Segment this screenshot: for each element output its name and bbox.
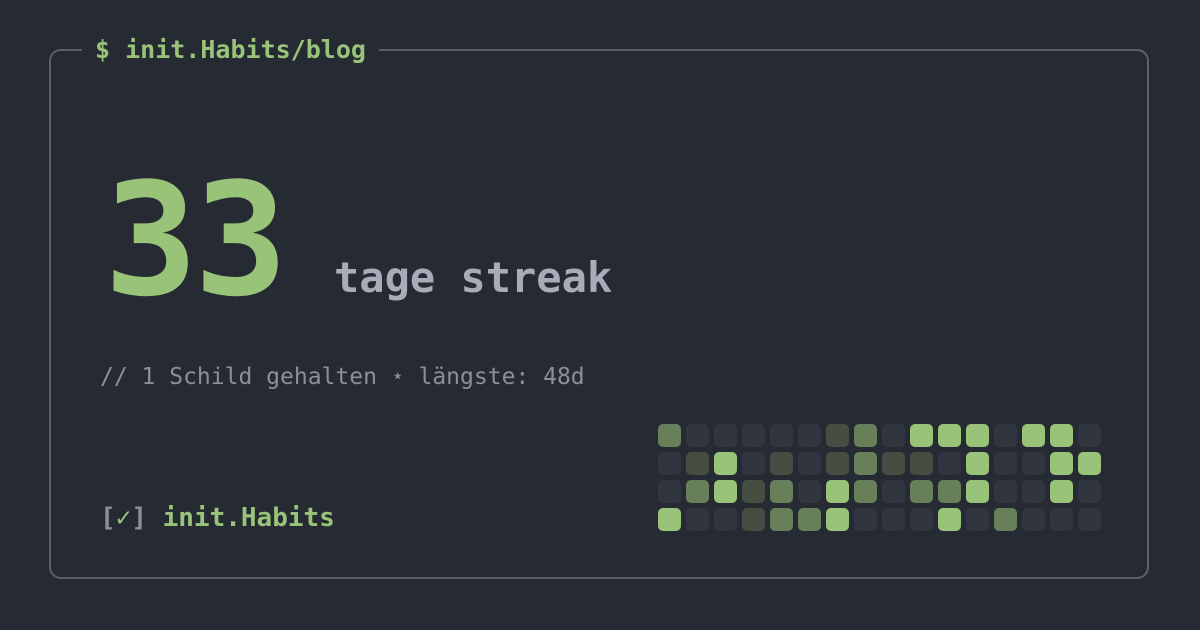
activity-cell — [770, 424, 793, 447]
brand-logo: [✓] init.Habits — [100, 502, 335, 534]
activity-cell — [882, 508, 905, 531]
activity-cell — [742, 452, 765, 475]
checkmark-icon: ✓ — [115, 503, 132, 533]
activity-cell — [658, 508, 681, 531]
activity-cell — [742, 508, 765, 531]
activity-cell — [1050, 480, 1073, 503]
activity-cell — [966, 452, 989, 475]
activity-cell — [910, 452, 933, 475]
activity-cell — [938, 424, 961, 447]
activity-cell — [938, 480, 961, 503]
activity-cell — [826, 452, 849, 475]
activity-cell — [1078, 508, 1101, 531]
activity-cell — [854, 508, 877, 531]
brand-close-bracket: ] — [131, 503, 147, 533]
activity-cell — [714, 480, 737, 503]
activity-cell — [742, 480, 765, 503]
activity-cell — [742, 424, 765, 447]
activity-cell — [686, 452, 709, 475]
activity-cell — [1022, 480, 1045, 503]
activity-cell — [770, 452, 793, 475]
activity-cell — [910, 424, 933, 447]
activity-cell — [1050, 508, 1073, 531]
activity-cell — [658, 480, 681, 503]
activity-cell — [910, 480, 933, 503]
activity-cell — [770, 508, 793, 531]
activity-cell — [686, 424, 709, 447]
activity-grid — [658, 424, 1101, 531]
streak-subline: // 1 Schild gehalten ⋆ längste: 48d — [100, 364, 585, 390]
activity-cell — [686, 508, 709, 531]
activity-cell — [714, 452, 737, 475]
streak-label: tage streak — [334, 253, 613, 302]
activity-cell — [882, 480, 905, 503]
activity-cell — [798, 424, 821, 447]
activity-cell — [882, 452, 905, 475]
activity-cell — [1078, 424, 1101, 447]
brand-name: init.Habits — [162, 503, 335, 533]
activity-cell — [910, 508, 933, 531]
activity-cell — [798, 480, 821, 503]
activity-cell — [1022, 452, 1045, 475]
activity-cell — [854, 480, 877, 503]
activity-cell — [658, 424, 681, 447]
activity-cell — [994, 452, 1017, 475]
activity-cell — [882, 424, 905, 447]
activity-cell — [686, 480, 709, 503]
activity-cell — [994, 480, 1017, 503]
activity-cell — [966, 480, 989, 503]
brand-open-bracket: [ — [100, 503, 116, 533]
activity-cell — [994, 508, 1017, 531]
activity-cell — [826, 508, 849, 531]
activity-cell — [854, 452, 877, 475]
activity-cell — [854, 424, 877, 447]
activity-cell — [770, 480, 793, 503]
activity-cell — [658, 452, 681, 475]
activity-cell — [1022, 508, 1045, 531]
activity-cell — [714, 424, 737, 447]
card-title: $ init.Habits/blog — [82, 33, 379, 67]
activity-cell — [938, 452, 961, 475]
activity-cell — [994, 424, 1017, 447]
activity-cell — [798, 508, 821, 531]
activity-cell — [798, 452, 821, 475]
activity-cell — [1078, 480, 1101, 503]
activity-cell — [938, 508, 961, 531]
streak-count: 33 — [104, 149, 288, 331]
activity-cell — [1050, 424, 1073, 447]
activity-cell — [1022, 424, 1045, 447]
activity-cell — [826, 424, 849, 447]
activity-cell — [966, 508, 989, 531]
activity-cell — [826, 480, 849, 503]
activity-cell — [966, 424, 989, 447]
activity-cell — [1078, 452, 1101, 475]
activity-cell — [1050, 452, 1073, 475]
activity-cell — [714, 508, 737, 531]
